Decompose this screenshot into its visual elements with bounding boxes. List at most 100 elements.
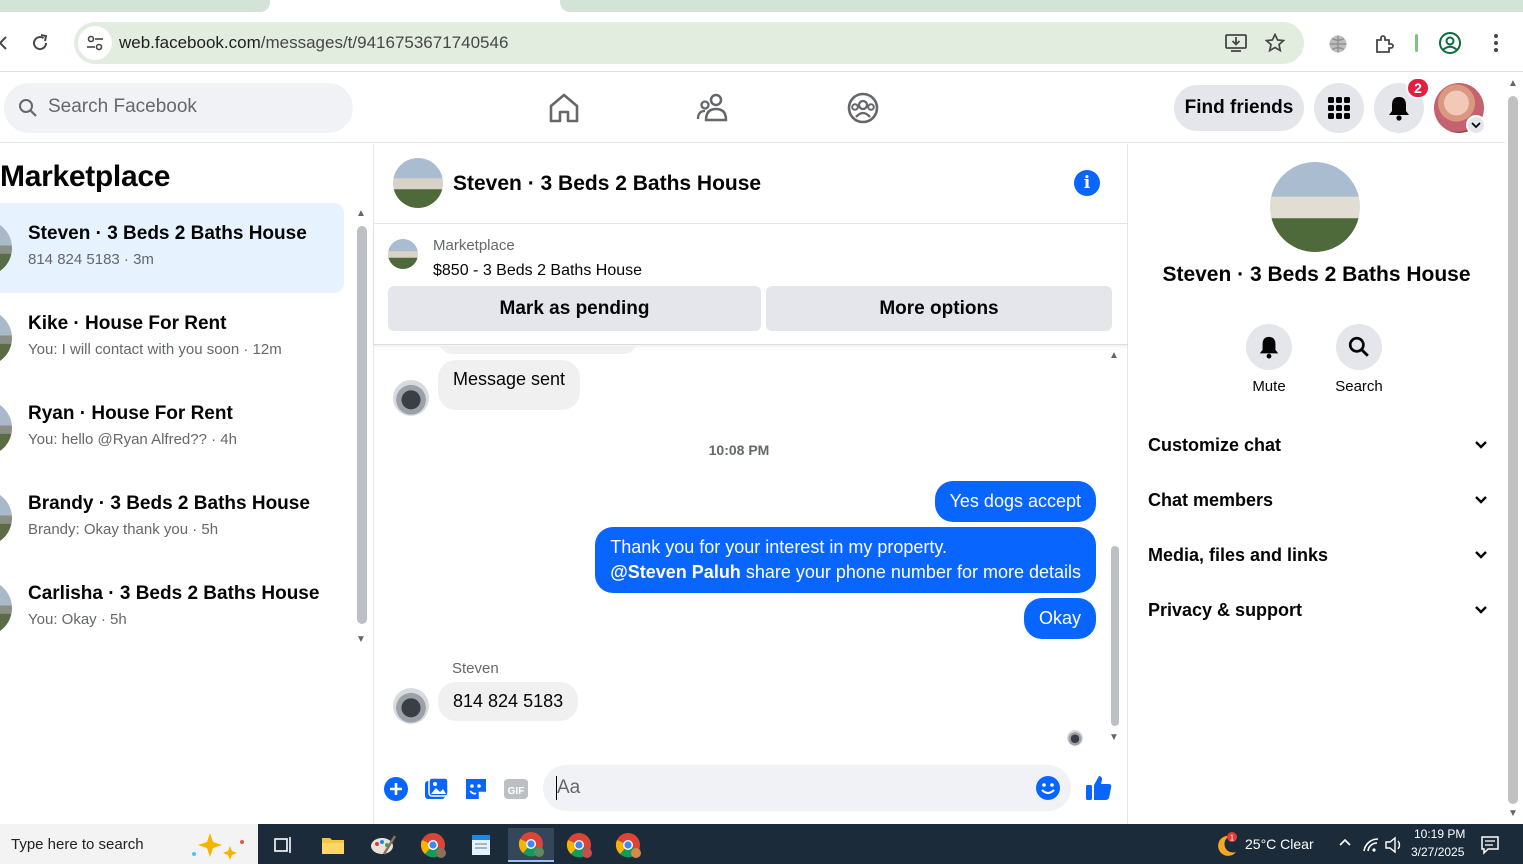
action-center-icon[interactable]	[1480, 835, 1500, 855]
chevron-down-icon[interactable]	[1466, 115, 1486, 135]
friends-icon[interactable]	[696, 90, 732, 126]
section-label: Media, files and links	[1148, 544, 1329, 565]
info-icon[interactable]: i	[1074, 170, 1100, 196]
home-icon[interactable]	[546, 90, 582, 126]
message-composer: GIF Aa	[374, 756, 1128, 824]
conversation-item[interactable]: Kike · House For Rent You: I will contac…	[0, 293, 344, 383]
message-input[interactable]: Aa	[543, 765, 1071, 811]
mute-button[interactable]: Mute	[1224, 324, 1314, 395]
taskbar-search-placeholder: Type here to search	[11, 836, 144, 853]
media-files-links-section[interactable]: Media, files and links	[1148, 535, 1488, 575]
conversation-item[interactable]: Ryan · House For Rent You: hello @Ryan A…	[0, 383, 344, 473]
chrome-active-window-icon[interactable]	[508, 828, 554, 862]
conversation-title: Steven · 3 Beds 2 Baths House	[28, 223, 307, 244]
scroll-down-arrow-icon[interactable]: ▼	[356, 634, 366, 645]
browser-toolbar: web.facebook.com/messages/t/941675367174…	[0, 14, 1523, 72]
page-scroll-down-icon[interactable]: ▼	[1508, 808, 1518, 819]
scroll-up-arrow-icon[interactable]: ▲	[356, 208, 366, 219]
photo-gallery-icon[interactable]	[422, 775, 450, 803]
browser-menu-icon[interactable]	[1486, 31, 1506, 55]
scroll-down-arrow-icon[interactable]: ▼	[1109, 732, 1119, 743]
windows-taskbar: Type here to search 1 25°C Clear 10:19 P…	[0, 824, 1523, 864]
profile-name: Steven · 3 Beds 2 Baths House	[1162, 263, 1471, 286]
task-view-icon[interactable]	[260, 828, 306, 862]
url-text[interactable]: web.facebook.com/messages/t/941675367174…	[119, 33, 508, 53]
page-scrollbar[interactable]	[1508, 96, 1518, 804]
groups-icon[interactable]	[845, 90, 881, 126]
conversation-item[interactable]: Steven · 3 Beds 2 Baths House 814 824 51…	[0, 203, 344, 293]
chrome-profile-icon[interactable]	[556, 828, 602, 862]
volume-icon[interactable]	[1384, 836, 1404, 854]
chat-info-panel: Steven · 3 Beds 2 Baths House Mute Searc…	[1128, 144, 1505, 824]
conversation-preview: You: I will contact with you soon · 12m	[28, 341, 282, 358]
taskbar-search-box[interactable]: Type here to search	[0, 824, 258, 864]
clock-date[interactable]: 3/27/2025	[1411, 845, 1464, 859]
weather-text[interactable]: 25°C Clear	[1245, 836, 1314, 852]
chrome-profile-icon[interactable]	[605, 828, 651, 862]
thumbs-up-icon[interactable]	[1084, 773, 1114, 803]
mention-link[interactable]: @Steven Paluh	[610, 562, 741, 582]
find-friends-button[interactable]: Find friends	[1174, 85, 1304, 131]
chrome-profile-icon[interactable]	[410, 828, 456, 862]
conversation-item[interactable]: Brandy · 3 Beds 2 Baths House Brandy: Ok…	[0, 473, 344, 563]
back-icon[interactable]	[0, 34, 10, 52]
message-bubble: Message sent	[438, 360, 581, 410]
message-bubble-partial	[438, 346, 638, 354]
chat-avatar[interactable]	[393, 158, 443, 208]
conversation-item[interactable]: Carlisha · 3 Beds 2 Baths House You: Oka…	[0, 563, 344, 653]
sender-avatar[interactable]	[393, 380, 429, 416]
paint-app-icon[interactable]	[360, 828, 406, 862]
search-facebook-input[interactable]: Search Facebook	[4, 83, 353, 133]
plus-circle-icon[interactable]	[382, 775, 410, 803]
facebook-top-nav: Search Facebook Find friends 2	[0, 73, 1505, 143]
sender-avatar[interactable]	[393, 688, 429, 724]
sticker-icon[interactable]	[462, 775, 490, 803]
svg-text:1: 1	[1230, 834, 1235, 843]
section-label: Privacy & support	[1148, 599, 1303, 620]
chevron-down-icon	[1475, 496, 1487, 504]
chat-title[interactable]: Steven · 3 Beds 2 Baths House	[453, 172, 761, 196]
file-explorer-icon[interactable]	[310, 828, 356, 862]
privacy-support-section[interactable]: Privacy & support	[1148, 590, 1488, 630]
clock-time[interactable]: 10:19 PM	[1414, 827, 1465, 841]
extensions-puzzle-icon[interactable]	[1372, 31, 1398, 57]
sent-message-bubble: Yes dogs accept	[934, 481, 1096, 522]
search-in-chat-button[interactable]: Search	[1314, 324, 1404, 395]
browser-tab[interactable]	[0, 0, 270, 12]
section-label: Chat members	[1148, 489, 1274, 510]
browser-tab[interactable]	[560, 0, 1523, 12]
site-info-icon[interactable]	[78, 26, 112, 60]
menu-grid-button[interactable]	[1314, 83, 1364, 133]
conversation-avatar	[0, 400, 12, 456]
section-label: Customize chat	[1148, 434, 1282, 455]
message-thread: Message sent 10:08 PM Yes dogs accept Th…	[374, 346, 1128, 756]
profile-avatar[interactable]	[1270, 162, 1360, 252]
more-options-button[interactable]: More options	[766, 286, 1112, 331]
mark-as-pending-button[interactable]: Mark as pending	[388, 286, 761, 331]
bookmark-star-icon[interactable]	[1264, 32, 1286, 54]
network-icon[interactable]	[1362, 837, 1380, 853]
tray-overflow-chevron-icon[interactable]	[1338, 834, 1352, 850]
install-app-icon[interactable]	[1224, 32, 1248, 54]
scroll-up-arrow-icon[interactable]: ▲	[1109, 350, 1119, 361]
address-bar[interactable]: web.facebook.com/messages/t/941675367174…	[74, 22, 1304, 64]
listing-thumbnail[interactable]	[388, 239, 418, 269]
thread-scrollbar[interactable]	[1111, 546, 1119, 726]
reload-icon[interactable]	[28, 31, 52, 55]
emoji-icon[interactable]	[1035, 775, 1061, 801]
chat-members-section[interactable]: Chat members	[1148, 480, 1488, 520]
page-scroll-up-icon[interactable]: ▲	[1508, 78, 1518, 89]
chevron-down-icon	[1475, 606, 1487, 614]
chevron-down-icon	[1475, 551, 1487, 559]
profile-icon[interactable]	[1437, 30, 1463, 56]
gif-icon[interactable]: GIF	[502, 775, 530, 803]
translate-globe-icon[interactable]	[1326, 32, 1350, 56]
customize-chat-section[interactable]: Customize chat	[1148, 425, 1488, 465]
chat-panel: Steven · 3 Beds 2 Baths House i Marketpl…	[374, 144, 1128, 824]
sidebar-scrollbar[interactable]	[357, 226, 367, 624]
notepad-app-icon[interactable]	[458, 828, 504, 862]
listing-title[interactable]: $850 - 3 Beds 2 Baths House	[433, 262, 642, 280]
weather-moon-icon[interactable]: 1	[1212, 832, 1240, 858]
chat-header: Steven · 3 Beds 2 Baths House i	[374, 144, 1128, 224]
conversation-avatar	[0, 310, 12, 366]
